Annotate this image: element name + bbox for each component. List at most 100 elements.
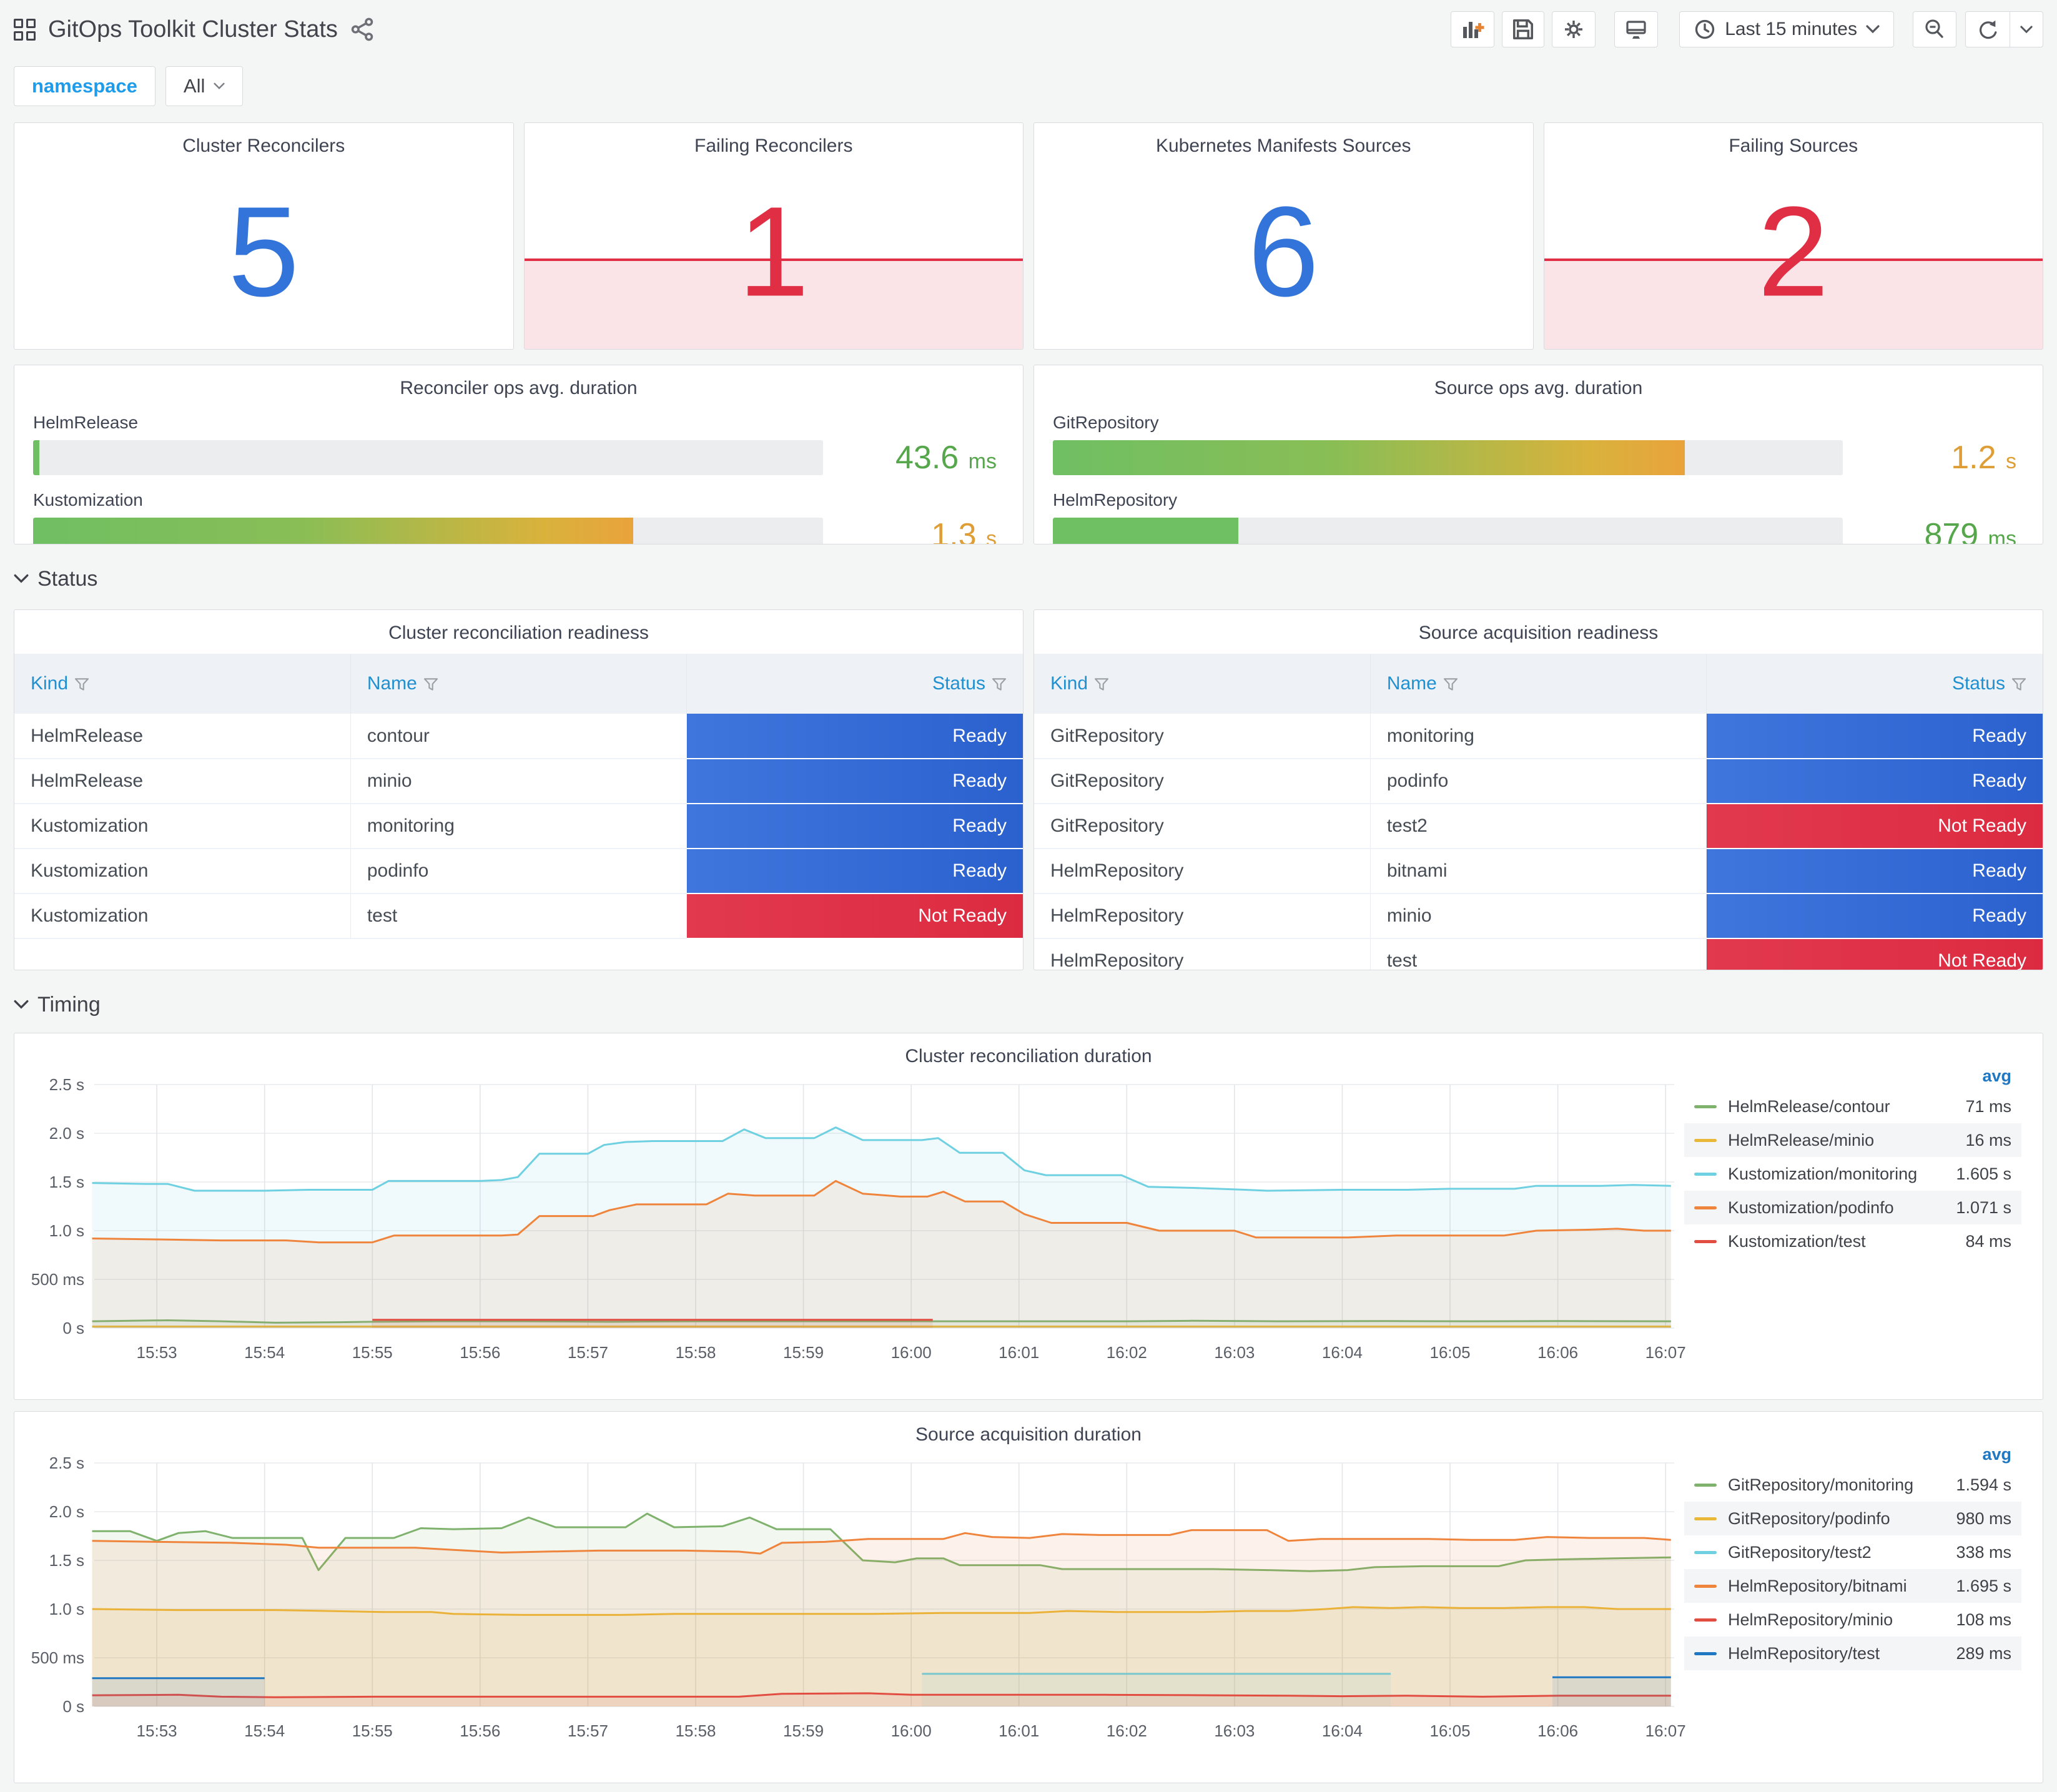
legend-item[interactable]: GitRepository/monitoring 1.594 s: [1684, 1468, 2021, 1502]
filter-icon[interactable]: [1094, 677, 1109, 691]
legend-item[interactable]: HelmRelease/minio 16 ms: [1684, 1123, 2021, 1157]
stat-panel: Failing Reconcilers 1: [523, 122, 1024, 350]
column-header-status[interactable]: Status: [1706, 654, 2043, 714]
legend-item[interactable]: Kustomization/monitoring 1.605 s: [1684, 1157, 2021, 1191]
time-range-picker[interactable]: Last 15 minutes: [1679, 11, 1894, 47]
series-color-dash: [1694, 1550, 1717, 1554]
table-row: HelmRelease contour Ready: [14, 714, 1023, 759]
svg-text:16:01: 16:01: [999, 1343, 1039, 1362]
series-color-dash: [1694, 1483, 1717, 1487]
column-header-name[interactable]: Name: [350, 654, 688, 714]
svg-text:15:55: 15:55: [352, 1721, 393, 1740]
svg-text:500 ms: 500 ms: [31, 1270, 84, 1289]
series-name: GitRepository/monitoring: [1728, 1475, 1914, 1494]
panel-title[interactable]: Source ops avg. duration: [1053, 365, 2024, 399]
table-row: HelmRelease minio Ready: [14, 759, 1023, 804]
panel-title[interactable]: Cluster Reconcilers: [14, 123, 513, 157]
series-name: HelmRelease/minio: [1728, 1130, 1875, 1150]
timeseries-plot[interactable]: 0 s 500 ms 1.0 s 1.5 s 2.0 s 2.5 s 15:53 15:54 1…: [24, 1066, 1685, 1378]
svg-text:0 s: 0 s: [62, 1319, 84, 1337]
series-avg-value: 1.695 s: [1956, 1576, 2011, 1595]
template-variables-row: namespace All: [14, 66, 2043, 106]
series-color-dash: [1694, 1206, 1717, 1209]
gauge-track: [1053, 440, 1843, 475]
legend-avg-header[interactable]: avg: [1684, 1440, 2021, 1468]
legend-item[interactable]: GitRepository/podinfo 980 ms: [1684, 1502, 2021, 1535]
svg-text:1.5 s: 1.5 s: [49, 1173, 84, 1191]
panel-title[interactable]: Cluster reconciliation readiness: [14, 610, 1023, 644]
filter-icon[interactable]: [1443, 677, 1458, 691]
gauge-row: HelmRelease 43.6 ms: [33, 413, 1004, 476]
dashboard-settings-button[interactable]: [1552, 11, 1596, 47]
cell-name: test: [350, 894, 688, 939]
svg-text:15:54: 15:54: [244, 1343, 285, 1362]
panel-title[interactable]: Failing Sources: [1544, 123, 2043, 157]
zoom-out-button[interactable]: [1913, 11, 1956, 47]
series-color-dash: [1694, 1172, 1717, 1176]
variable-namespace-value-dropdown[interactable]: All: [165, 66, 244, 106]
share-icon[interactable]: [350, 17, 374, 41]
section-header-timing[interactable]: Timing: [14, 990, 2043, 1019]
svg-text:16:03: 16:03: [1214, 1721, 1255, 1740]
svg-text:16:07: 16:07: [1645, 1343, 1685, 1362]
cycle-view-mode-button[interactable]: [1614, 11, 1659, 47]
cell-name: test2: [1370, 804, 1707, 849]
filter-icon[interactable]: [2011, 677, 2026, 691]
refresh-button[interactable]: [1966, 12, 2010, 47]
variable-namespace-value: All: [183, 75, 205, 97]
legend-avg-header[interactable]: avg: [1684, 1062, 2021, 1090]
series-avg-value: 71 ms: [1965, 1096, 2011, 1116]
svg-text:16:03: 16:03: [1214, 1343, 1255, 1362]
filter-icon[interactable]: [992, 677, 1007, 691]
gauge-label: HelmRepository: [1053, 490, 1178, 510]
add-panel-button[interactable]: [1451, 11, 1495, 47]
chart-legend: avg HelmRelease/contour 71 ms HelmRelease/m…: [1684, 1062, 2021, 1258]
dashboard-grid-icon[interactable]: [14, 18, 36, 41]
chevron-down-icon: [214, 82, 225, 90]
legend-item[interactable]: Kustomization/test 84 ms: [1684, 1224, 2021, 1258]
svg-text:16:04: 16:04: [1322, 1721, 1363, 1740]
svg-text:2.0 s: 2.0 s: [49, 1124, 84, 1143]
save-dashboard-button[interactable]: [1502, 11, 1545, 47]
column-header-name[interactable]: Name: [1370, 654, 1707, 714]
legend-item[interactable]: Kustomization/podinfo 1.071 s: [1684, 1191, 2021, 1224]
section-header-status[interactable]: Status: [14, 564, 2043, 593]
column-header-status[interactable]: Status: [686, 654, 1023, 714]
gauge-fill: [33, 518, 634, 544]
panel-title[interactable]: Source acquisition readiness: [1034, 610, 2043, 644]
svg-text:0 s: 0 s: [62, 1697, 84, 1716]
series-name: Kustomization/podinfo: [1728, 1198, 1894, 1217]
cell-name: minio: [1370, 894, 1707, 939]
series-name: Kustomization/monitoring: [1728, 1164, 1918, 1183]
series-color-dash: [1694, 1105, 1717, 1108]
series-name: HelmRepository/test: [1728, 1643, 1880, 1663]
refresh-interval-dropdown[interactable]: [2010, 12, 2043, 47]
filter-icon[interactable]: [423, 677, 438, 691]
gauge-track: [1053, 518, 1843, 544]
legend-item[interactable]: HelmRepository/test 289 ms: [1684, 1637, 2021, 1670]
svg-text:16:06: 16:06: [1537, 1343, 1578, 1362]
svg-text:16:00: 16:00: [891, 1721, 932, 1740]
panel-title[interactable]: Kubernetes Manifests Sources: [1034, 123, 1533, 157]
time-range-label: Last 15 minutes: [1725, 19, 1857, 39]
refresh-button-group: [1965, 11, 2043, 47]
column-header-kind[interactable]: Kind: [1034, 654, 1371, 714]
variable-namespace-label[interactable]: namespace: [14, 66, 155, 106]
legend-item[interactable]: GitRepository/test2 338 ms: [1684, 1535, 2021, 1569]
stat-value: 1: [737, 180, 809, 323]
readiness-table: Kind Name Status HelmRelease contour Ready Hel…: [14, 654, 1023, 939]
column-header-kind[interactable]: Kind: [14, 654, 351, 714]
panel-title[interactable]: Failing Reconcilers: [525, 123, 1024, 157]
svg-text:1.0 s: 1.0 s: [49, 1600, 84, 1618]
panel-title[interactable]: Reconciler ops avg. duration: [33, 365, 1004, 399]
cell-kind: GitRepository: [1034, 804, 1371, 849]
legend-item[interactable]: HelmRepository/minio 108 ms: [1684, 1603, 2021, 1637]
stat-value: 5: [228, 180, 300, 323]
cell-kind: HelmRelease: [14, 759, 351, 804]
legend-item[interactable]: HelmRepository/bitnami 1.695 s: [1684, 1569, 2021, 1603]
filter-icon[interactable]: [74, 677, 89, 691]
table-row: Kustomization test Not Ready: [14, 894, 1023, 939]
legend-item[interactable]: HelmRelease/contour 71 ms: [1684, 1090, 2021, 1123]
status-tables-row: Cluster reconciliation readiness Kind Name…: [14, 609, 2043, 970]
timeseries-plot[interactable]: 0 s 500 ms 1.0 s 1.5 s 2.0 s 2.5 s 15:53 15:54 1…: [24, 1444, 1685, 1756]
